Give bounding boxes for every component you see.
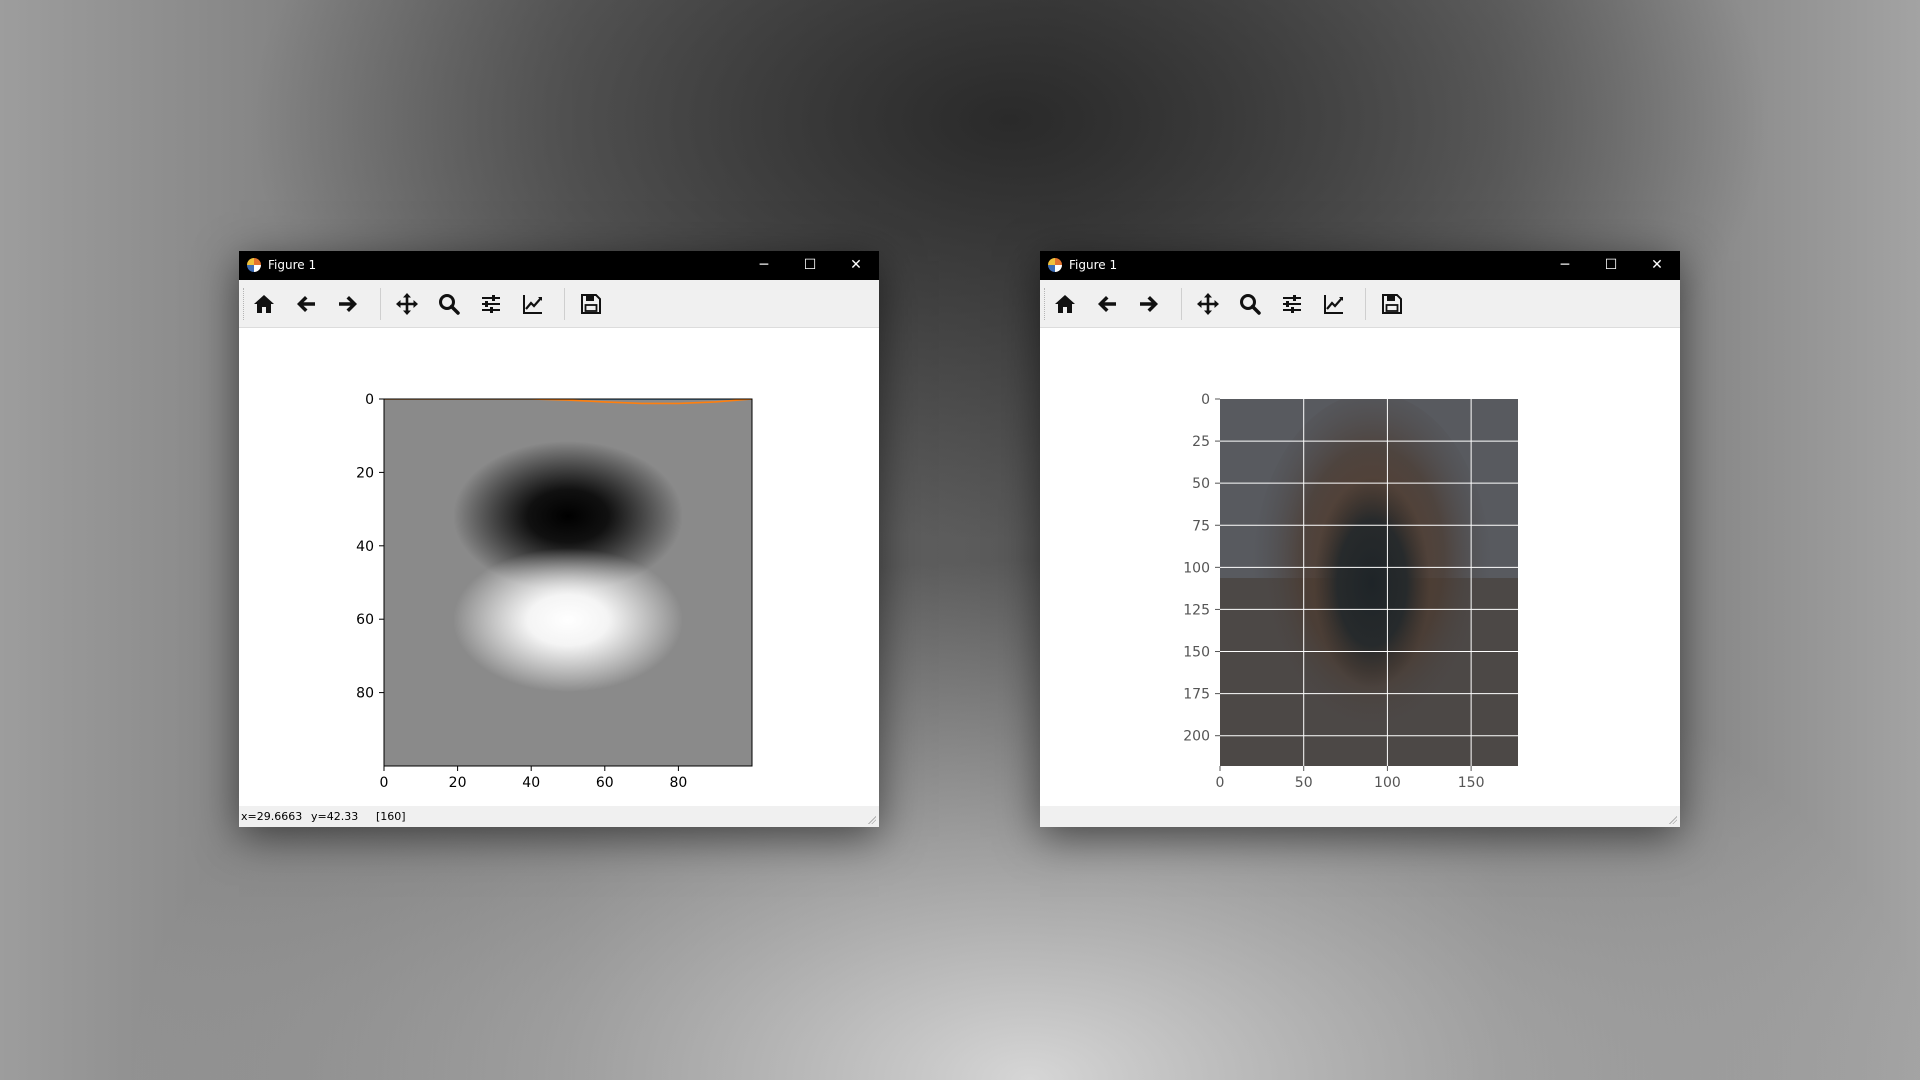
status-bar <box>1040 806 1680 827</box>
edit-axis-button[interactable] <box>517 288 549 320</box>
x-tick-label: 60 <box>596 775 614 791</box>
forward-button[interactable] <box>1133 288 1165 320</box>
forward-button[interactable] <box>332 288 364 320</box>
figure-canvas[interactable]: 0 50 100 150 0 25 50 75 100 125 150 175 200 <box>1040 328 1680 804</box>
close-button[interactable]: ✕ <box>1634 251 1680 280</box>
pan-button[interactable] <box>1192 288 1224 320</box>
window-title: Figure 1 <box>268 258 317 272</box>
configure-subplots-button[interactable] <box>475 288 507 320</box>
configure-subplots-icon <box>1283 295 1301 313</box>
title-bar[interactable]: Figure 1 ─ ☐ ✕ <box>1040 251 1680 280</box>
figure-window-left: Figure 1 ─ ☐ ✕ 0 20 40 60 80 0 20 40 60 … <box>239 251 879 827</box>
zoom-icon <box>439 294 460 315</box>
status-x-coord: x=29.6663 <box>241 810 303 823</box>
y-tick-label: 200 <box>1183 729 1210 745</box>
toolbar-grip <box>243 288 247 320</box>
resize-grip[interactable] <box>1669 816 1677 824</box>
x-tick-label: 40 <box>522 775 540 791</box>
edit-axis-icon <box>1324 295 1343 314</box>
zoom-icon <box>1240 294 1261 315</box>
back-icon <box>1098 296 1116 312</box>
toolbar-grip <box>1044 288 1048 320</box>
pan-button[interactable] <box>391 288 423 320</box>
save-button[interactable] <box>1376 288 1408 320</box>
home-icon <box>1055 295 1075 313</box>
y-tick-label: 75 <box>1192 518 1210 534</box>
close-button[interactable]: ✕ <box>833 251 879 280</box>
y-axis-ticks: 0 20 40 60 80 <box>356 392 384 702</box>
configure-subplots-icon <box>482 295 500 313</box>
maximize-button[interactable]: ☐ <box>1588 251 1634 280</box>
y-tick-label: 60 <box>356 612 374 628</box>
figure-plot-left: 0 20 40 60 80 0 20 40 60 80 <box>356 392 753 791</box>
x-tick-label: 0 <box>380 775 389 791</box>
forward-icon <box>339 296 357 312</box>
edit-axis-icon <box>523 295 542 314</box>
y-tick-label: 40 <box>356 539 374 555</box>
x-tick-label: 0 <box>1216 775 1225 791</box>
matplotlib-icon <box>247 258 261 272</box>
x-tick-label: 20 <box>449 775 467 791</box>
minimize-button[interactable]: ─ <box>741 251 787 280</box>
figure-canvas[interactable]: 0 20 40 60 80 0 20 40 60 80 <box>239 328 879 804</box>
zoom-button[interactable] <box>433 288 465 320</box>
y-tick-label: 0 <box>365 392 374 408</box>
toolbar-separator <box>564 288 565 320</box>
pan-icon <box>1197 293 1219 315</box>
minimize-button[interactable]: ─ <box>1542 251 1588 280</box>
pan-icon <box>396 293 418 315</box>
back-button[interactable] <box>1091 288 1123 320</box>
y-axis-ticks: 0 25 50 75 100 125 150 175 200 <box>1183 392 1220 745</box>
save-icon <box>581 294 601 314</box>
zoom-button[interactable] <box>1234 288 1266 320</box>
y-tick-label: 125 <box>1183 602 1210 618</box>
figure-window-right: Figure 1 ─ ☐ ✕ 0 50 100 150 0 25 50 75 1… <box>1040 251 1680 827</box>
y-tick-label: 25 <box>1192 434 1210 450</box>
home-icon <box>254 295 274 313</box>
resize-grip[interactable] <box>868 816 876 824</box>
save-button[interactable] <box>575 288 607 320</box>
status-bar: x=29.6663 y=42.33 [160] <box>239 806 879 827</box>
x-axis-ticks: 0 20 40 60 80 <box>380 766 687 791</box>
x-axis-ticks: 0 50 100 150 <box>1216 766 1485 791</box>
home-button[interactable] <box>248 288 280 320</box>
configure-subplots-button[interactable] <box>1276 288 1308 320</box>
back-icon <box>297 296 315 312</box>
navigation-toolbar <box>239 280 879 328</box>
save-icon <box>1382 294 1402 314</box>
window-title: Figure 1 <box>1069 258 1118 272</box>
y-tick-label: 20 <box>356 465 374 481</box>
figure-plot-right: 0 50 100 150 0 25 50 75 100 125 150 175 200 <box>1183 392 1518 791</box>
heatmap-bright-blob <box>453 548 683 692</box>
y-tick-label: 175 <box>1183 687 1210 703</box>
x-tick-label: 100 <box>1374 775 1401 791</box>
x-tick-label: 150 <box>1458 775 1485 791</box>
y-tick-label: 50 <box>1192 476 1210 492</box>
y-tick-label: 150 <box>1183 645 1210 661</box>
photo-face <box>1314 478 1430 688</box>
toolbar-separator <box>1365 288 1366 320</box>
home-button[interactable] <box>1049 288 1081 320</box>
y-tick-label: 100 <box>1183 560 1210 576</box>
toolbar-separator <box>380 288 381 320</box>
back-button[interactable] <box>290 288 322 320</box>
status-y-coord: y=42.33 <box>311 810 359 823</box>
title-bar[interactable]: Figure 1 ─ ☐ ✕ <box>239 251 879 280</box>
y-tick-label: 0 <box>1201 392 1210 408</box>
x-tick-label: 80 <box>669 775 687 791</box>
navigation-toolbar <box>1040 280 1680 328</box>
forward-icon <box>1140 296 1158 312</box>
edit-axis-button[interactable] <box>1318 288 1350 320</box>
y-tick-label: 80 <box>356 686 374 702</box>
matplotlib-icon <box>1048 258 1062 272</box>
x-tick-label: 50 <box>1295 775 1313 791</box>
toolbar-separator <box>1181 288 1182 320</box>
status-pixel-value: [160] <box>376 810 406 823</box>
maximize-button[interactable]: ☐ <box>787 251 833 280</box>
